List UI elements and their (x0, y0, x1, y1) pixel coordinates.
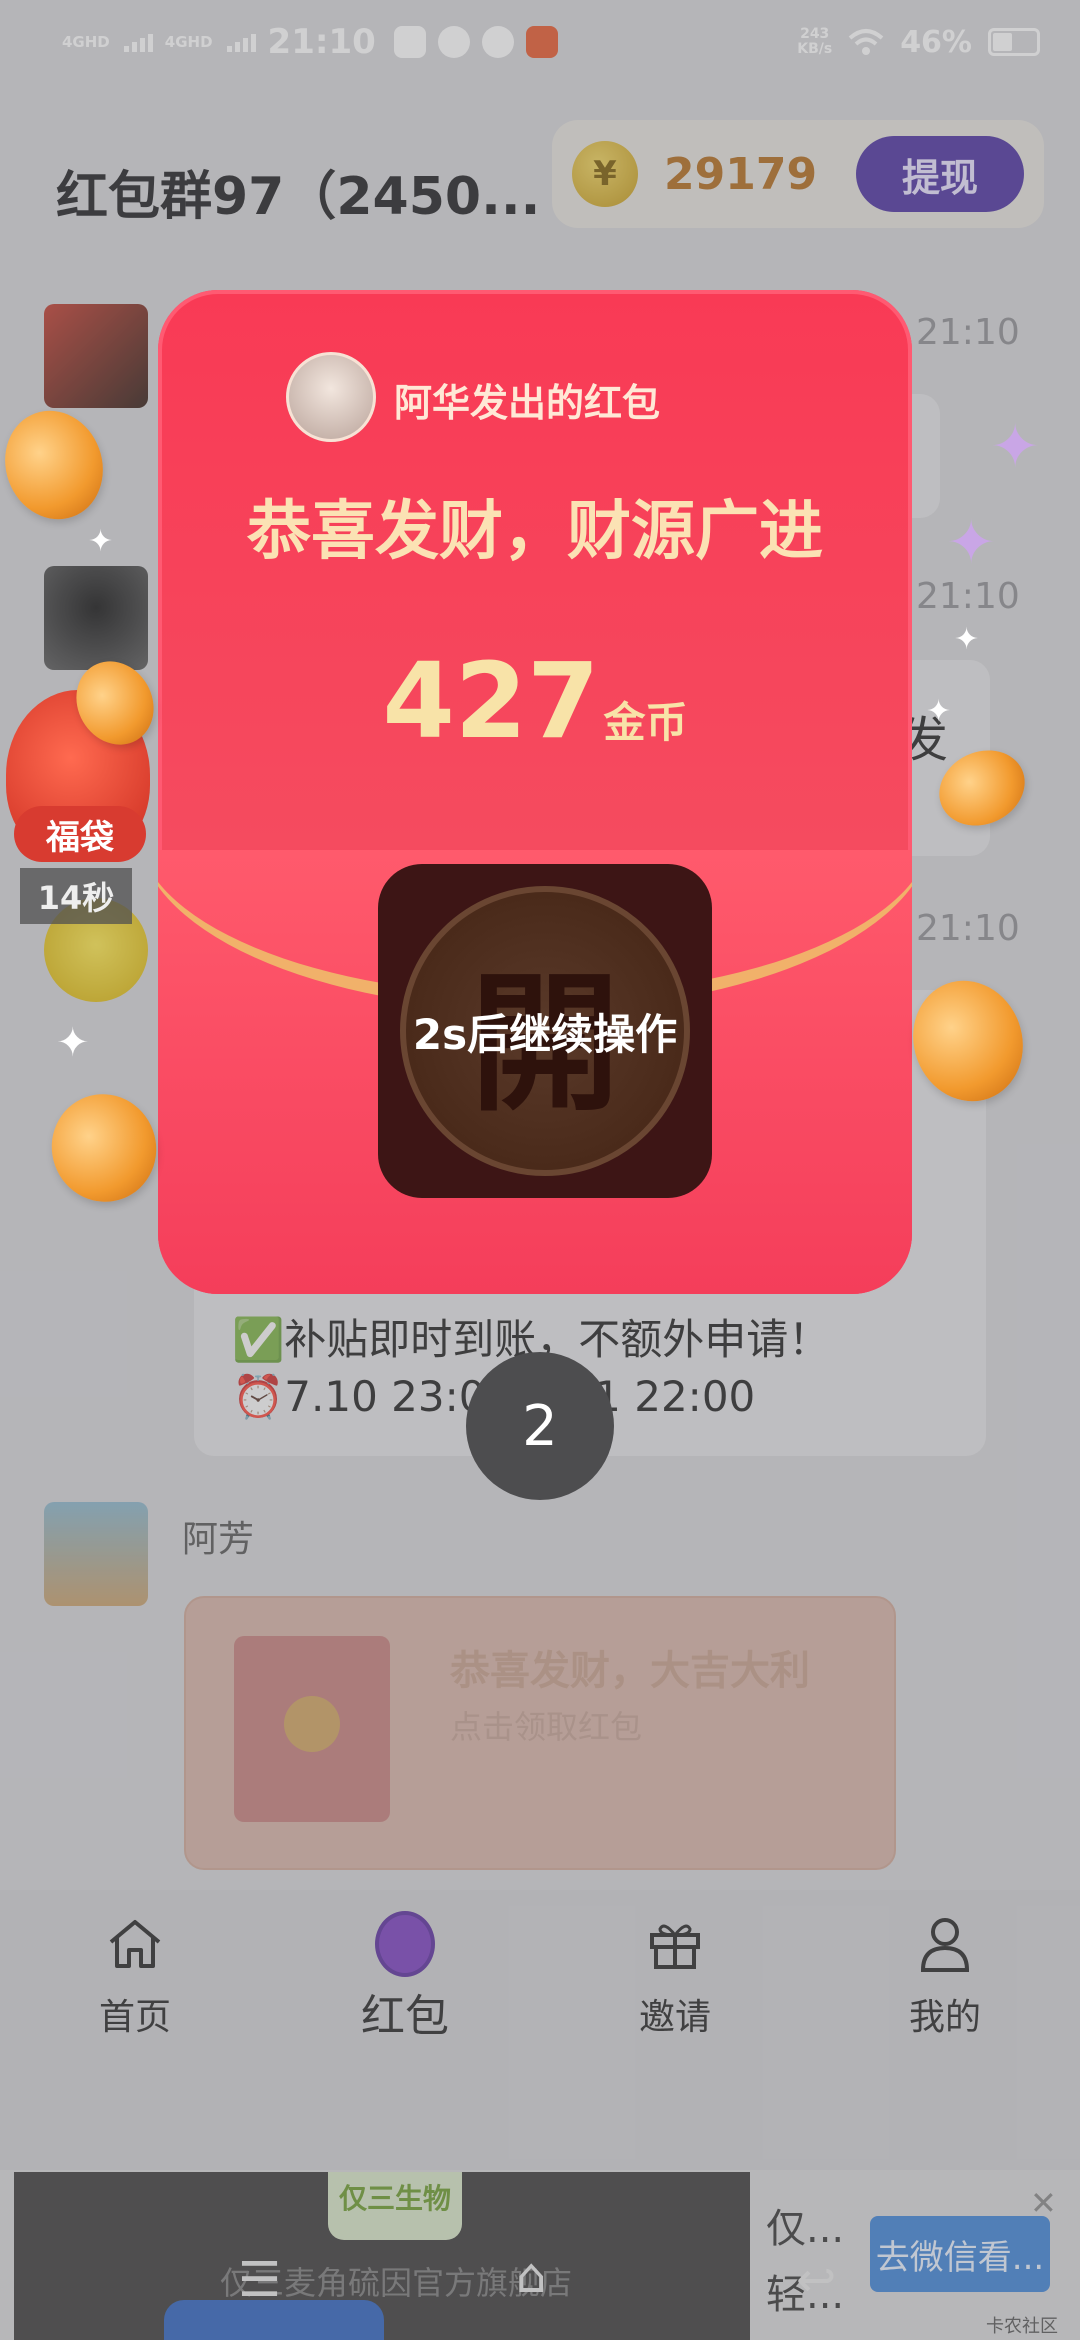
sparkle-icon: ✦ (56, 1020, 90, 1066)
sparkle-icon: ✦ (88, 524, 114, 559)
open-packet-button[interactable]: 開 2s后继续操作 (378, 864, 712, 1198)
packet-amount-group: 427金币 (158, 640, 912, 762)
packet-amount: 427 (382, 640, 600, 762)
packet-blessing: 恭喜发财，财源广进 (247, 495, 823, 569)
red-packet-modal: 阿华发出的红包 恭喜发财，财源广进 427金币 開 2s后继续操作 (158, 290, 912, 1294)
continue-countdown-text: 2s后继续操作 (412, 1009, 678, 1059)
sparkle-icon: ✦ (926, 694, 952, 729)
lucky-bag-label[interactable]: 福袋 (14, 806, 146, 862)
sparkle-icon: ✦ (954, 622, 980, 657)
packet-unit: 金币 (603, 698, 688, 747)
lucky-bag-timer: 14秒 (20, 868, 132, 924)
sparkle-icon: ✦ (946, 508, 997, 578)
packet-sender-text: 阿华发出的红包 (394, 381, 661, 425)
countdown-bubble: 2 (466, 1352, 614, 1500)
sender-avatar (286, 352, 376, 442)
sparkle-icon: ✦ (990, 412, 1041, 482)
